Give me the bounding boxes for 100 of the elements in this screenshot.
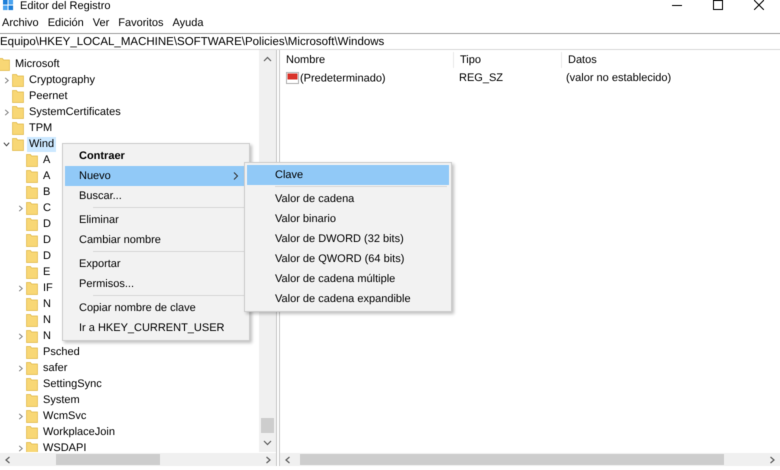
tree-item[interactable]: WSDAPI: [41, 440, 88, 452]
string-value-icon: [286, 72, 299, 84]
tree-item[interactable]: N: [41, 328, 53, 344]
scroll-down-icon[interactable]: [263, 438, 272, 447]
menu-bar-item[interactable]: Archivo: [0, 17, 45, 29]
menu-item[interactable]: Valor de cadena expandible: [247, 289, 449, 309]
menu-item[interactable]: Ir a HKEY_CURRENT_USER: [65, 318, 247, 338]
tree-item[interactable]: SettingSync: [41, 376, 104, 392]
expand-icon[interactable]: [16, 204, 24, 212]
expand-icon[interactable]: [16, 364, 24, 372]
table-cell-text: (valor no establecido): [565, 72, 672, 84]
table-cell-text: REG_SZ: [458, 72, 504, 84]
menu-item[interactable]: Cambiar nombre: [65, 230, 247, 250]
app-icon: [3, 0, 14, 11]
scroll-right-icon[interactable]: [768, 456, 776, 464]
tree-item[interactable]: Wind: [27, 136, 56, 152]
tree-item[interactable]: C: [41, 200, 53, 216]
expand-icon[interactable]: [16, 332, 24, 340]
scrollbar-thumb[interactable]: [300, 454, 724, 465]
column-header[interactable]: Tipo: [454, 52, 562, 68]
menu-item[interactable]: Valor binario: [247, 209, 449, 229]
folder-icon: [12, 89, 24, 103]
tree-item[interactable]: WorkplaceJoin: [41, 424, 117, 440]
folder-icon: [0, 57, 10, 71]
scroll-left-icon[interactable]: [284, 456, 292, 464]
column-header[interactable]: Datos: [562, 52, 768, 68]
menu-item[interactable]: Eliminar: [65, 210, 247, 230]
menu-item[interactable]: Permisos...: [65, 274, 247, 294]
folder-icon: [26, 345, 38, 359]
tree-item[interactable]: N: [41, 312, 53, 328]
expand-icon[interactable]: [16, 412, 24, 420]
close-button[interactable]: [754, 0, 764, 10]
tree-item[interactable]: Psched: [41, 344, 82, 360]
folder-icon: [26, 329, 38, 343]
expand-icon[interactable]: [2, 76, 10, 84]
folder-icon: [26, 281, 38, 295]
folder-icon: [26, 361, 38, 375]
menu-item[interactable]: Exportar: [65, 254, 247, 274]
expand-icon[interactable]: [16, 444, 24, 452]
menu-item[interactable]: Clave: [247, 165, 449, 185]
tree-item[interactable]: Cryptography: [27, 72, 98, 88]
folder-icon: [26, 297, 38, 311]
tree-item[interactable]: A: [41, 152, 52, 168]
menu-item[interactable]: Valor de cadena: [247, 189, 449, 209]
tree-item[interactable]: TPM: [27, 120, 54, 136]
menu-item[interactable]: Copiar nombre de clave: [65, 298, 247, 318]
folder-icon: [26, 393, 38, 407]
tree-item[interactable]: D: [41, 216, 53, 232]
menu-bar-item[interactable]: Ayuda: [170, 17, 210, 29]
expand-icon[interactable]: [16, 284, 24, 292]
tree-item[interactable]: Peernet: [27, 88, 70, 104]
folder-icon: [26, 409, 38, 423]
tree-item[interactable]: D: [41, 248, 53, 264]
tree-item[interactable]: B: [41, 184, 52, 200]
folder-icon: [26, 377, 38, 391]
collapse-icon[interactable]: [2, 140, 10, 148]
folder-icon: [12, 73, 24, 87]
folder-icon: [26, 265, 38, 279]
folder-icon: [12, 105, 24, 119]
folder-icon: [26, 425, 38, 439]
folder-icon: [26, 153, 38, 167]
scroll-left-icon[interactable]: [4, 456, 12, 464]
tree-item[interactable]: N: [41, 296, 53, 312]
table-cell[interactable]: (Predeterminado): [280, 72, 453, 84]
folder-icon: [26, 233, 38, 247]
menu-bar-item[interactable]: Favoritos: [116, 17, 170, 29]
tree-item[interactable]: safer: [41, 360, 70, 376]
folder-icon: [12, 137, 24, 151]
menu-item[interactable]: Valor de cadena múltiple: [247, 269, 449, 289]
horizontal-scrollbar[interactable]: [0, 452, 276, 466]
folder-icon: [26, 201, 38, 215]
menu-item[interactable]: Nuevo: [65, 166, 247, 186]
maximize-button[interactable]: [713, 0, 723, 10]
expand-icon[interactable]: [2, 108, 10, 116]
folder-icon: [12, 121, 24, 135]
tree-item[interactable]: WcmSvc: [41, 408, 88, 424]
folder-icon: [26, 185, 38, 199]
tree-item[interactable]: SystemCertificates: [27, 104, 123, 120]
menu-bar-item[interactable]: Edición: [46, 17, 90, 29]
tree-item[interactable]: A: [41, 168, 52, 184]
menu-item[interactable]: Buscar...: [65, 186, 247, 206]
scroll-up-icon[interactable]: [263, 55, 272, 64]
address-field[interactable]: Equipo\HKEY_LOCAL_MACHINE\SOFTWARE\Policies\Microsoft\Windows: [0, 36, 384, 48]
menu-bar-item[interactable]: Ver: [90, 17, 116, 29]
tree-item[interactable]: E: [41, 264, 52, 280]
tree-item[interactable]: Microsoft: [13, 56, 62, 72]
menu-item[interactable]: Valor de DWORD (32 bits): [247, 229, 449, 249]
scrollbar-thumb[interactable]: [56, 454, 160, 465]
tree-item[interactable]: IF: [41, 280, 55, 296]
menu-item[interactable]: Contraer: [65, 146, 247, 166]
tree-item[interactable]: D: [41, 232, 53, 248]
scroll-right-icon[interactable]: [264, 456, 272, 464]
horizontal-scrollbar[interactable]: [280, 452, 780, 466]
scrollbar-thumb[interactable]: [261, 418, 274, 433]
folder-icon: [26, 169, 38, 183]
column-header[interactable]: Nombre: [280, 52, 454, 68]
folder-icon: [26, 217, 38, 231]
folder-icon: [26, 313, 38, 327]
tree-item[interactable]: System: [41, 392, 82, 408]
menu-item[interactable]: Valor de QWORD (64 bits): [247, 249, 449, 269]
